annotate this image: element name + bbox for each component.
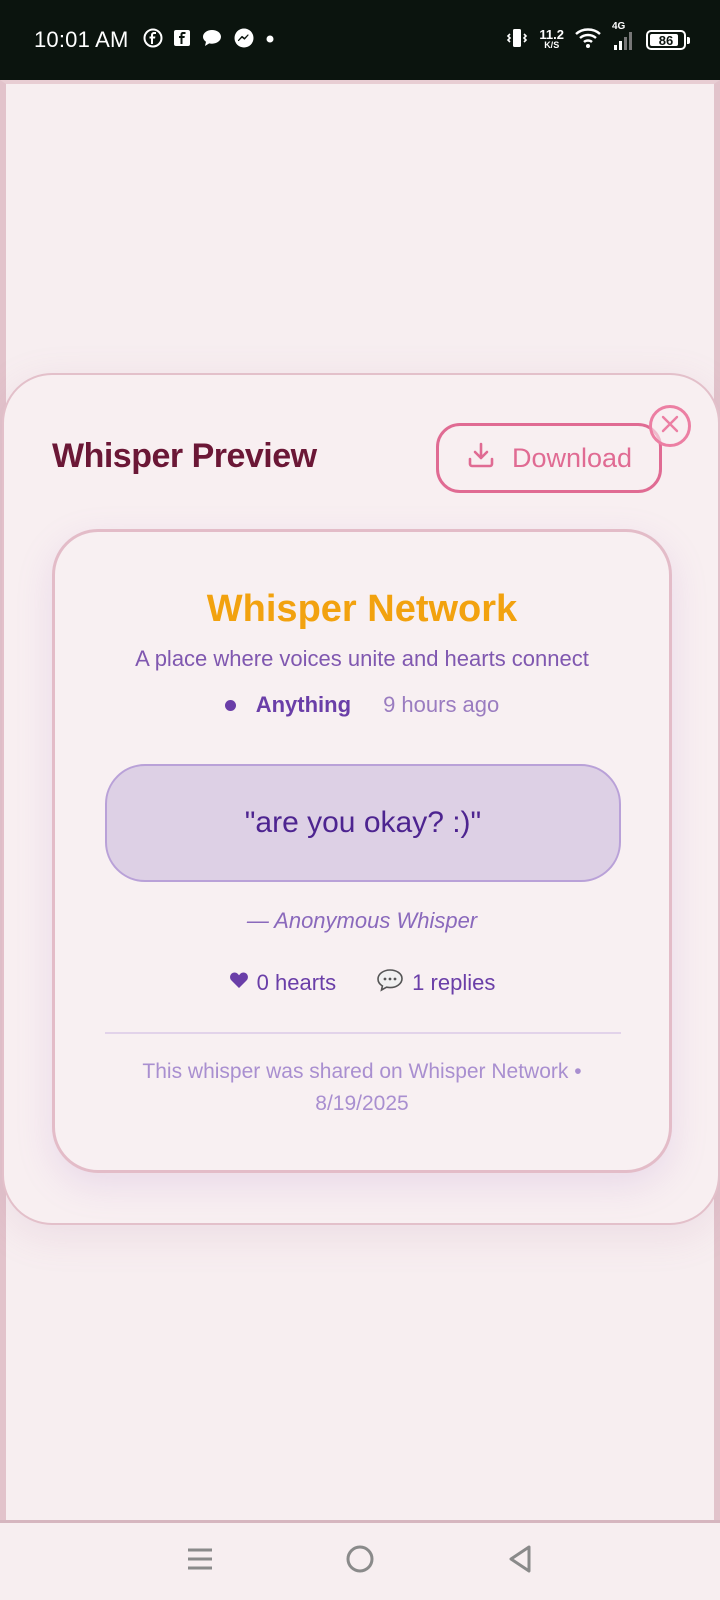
menu-icon xyxy=(185,1544,215,1579)
wifi-icon xyxy=(574,27,602,54)
chat-bubble-icon xyxy=(201,28,223,53)
replies-stat[interactable]: 1 replies xyxy=(376,968,495,998)
modal-title: Whisper Preview xyxy=(52,437,317,475)
brand-title: Whisper Network xyxy=(206,588,518,630)
preview-modal: Whisper Preview Download Whisper Network… xyxy=(2,373,720,1225)
battery-level: 86 xyxy=(658,32,674,48)
dot-icon xyxy=(265,31,275,49)
tagline: A place where voices unite and hearts co… xyxy=(135,646,589,671)
back-triangle-icon xyxy=(505,1543,535,1580)
category-dot-icon xyxy=(224,699,236,711)
messenger-icon xyxy=(233,27,255,54)
battery-icon: 86 xyxy=(646,30,690,50)
time-ago: 9 hours ago xyxy=(383,692,500,717)
whisper-card: Whisper Network A place where voices uni… xyxy=(52,529,672,1173)
category-label: Anything xyxy=(255,692,352,717)
speech-bubble-icon xyxy=(376,968,404,998)
facebook-icon xyxy=(143,28,163,53)
hearts-count: 0 hearts xyxy=(256,970,337,995)
status-bar: 10:01 AM 11.2 K/S 4G 86 xyxy=(0,0,720,80)
facebook-page-icon xyxy=(173,29,191,52)
net-speed-value: 11.2 xyxy=(539,27,564,42)
close-icon xyxy=(659,413,681,440)
whisper-meta: Anything 9 hours ago xyxy=(55,692,669,718)
heart-icon xyxy=(229,970,249,996)
download-label: Download xyxy=(511,442,633,473)
system-nav-bar xyxy=(0,1520,720,1600)
divider xyxy=(105,1032,621,1034)
home-button[interactable] xyxy=(330,1532,390,1592)
net-speed: 11.2 K/S xyxy=(539,27,564,51)
recent-apps-button[interactable] xyxy=(170,1532,230,1592)
signal-icon: 4G xyxy=(612,21,636,51)
back-button[interactable] xyxy=(490,1532,550,1592)
notification-icons xyxy=(143,27,275,54)
hearts-stat[interactable]: 0 hearts xyxy=(229,968,337,998)
clock: 10:01 AM xyxy=(34,27,129,52)
vibrate-icon xyxy=(505,26,529,55)
attribution: — Anonymous Whisper xyxy=(246,908,478,933)
whisper-quote: "are you okay? :)" xyxy=(105,764,621,882)
share-footer: This whisper was shared on Whisper Netwo… xyxy=(142,1060,582,1115)
whisper-stats: 0 hearts 1 replies xyxy=(55,968,669,998)
replies-count: 1 replies xyxy=(412,970,496,995)
network-type: 4G xyxy=(612,21,626,32)
download-button[interactable]: Download xyxy=(436,423,662,493)
home-circle-icon xyxy=(344,1543,376,1580)
close-button[interactable] xyxy=(649,405,691,447)
download-icon xyxy=(466,440,496,477)
